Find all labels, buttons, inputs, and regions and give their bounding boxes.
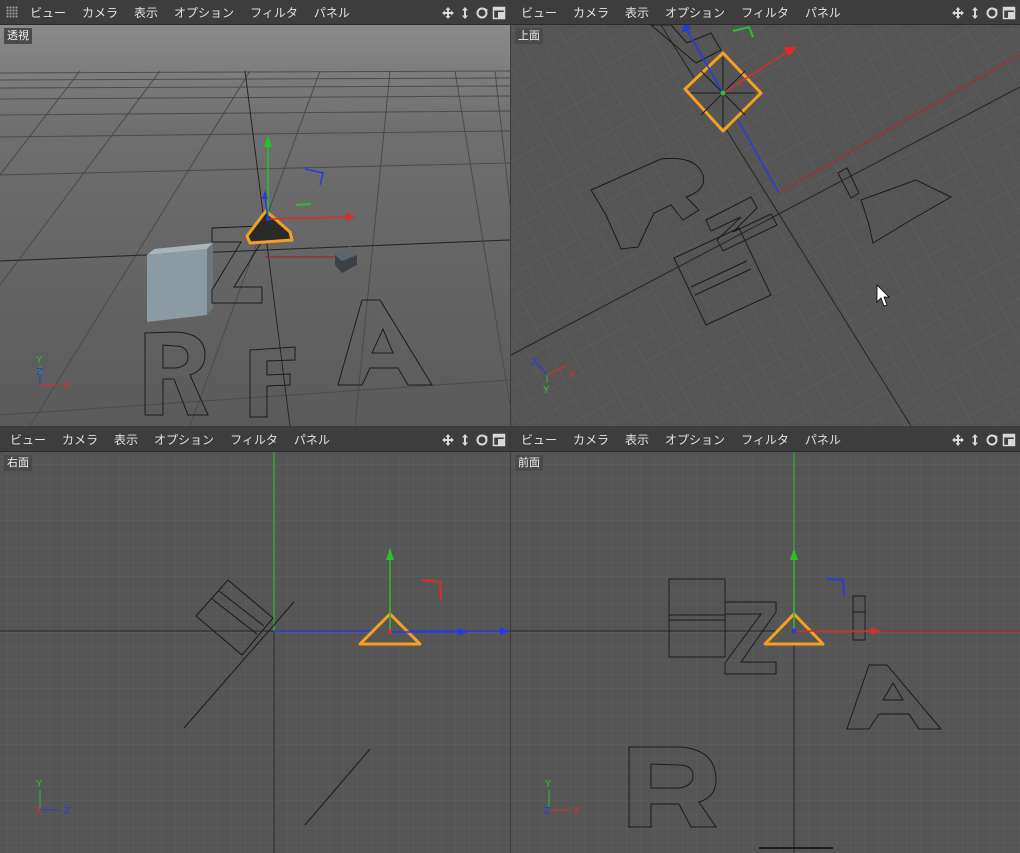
viewport-right[interactable]: ビュー カメラ 表示 オプション フィルタ パネル Y Z X 右面 [0, 427, 510, 853]
menu-display[interactable]: 表示 [114, 431, 138, 448]
menu-camera[interactable]: カメラ [62, 431, 98, 448]
axis-label-x: X [573, 806, 580, 817]
dolly-view-icon[interactable] [968, 6, 982, 20]
move-view-icon[interactable] [441, 433, 455, 447]
top-scene: X Z Y [511, 25, 1020, 426]
dolly-view-icon[interactable] [458, 6, 472, 20]
rotate-view-icon[interactable] [985, 433, 999, 447]
move-view-icon[interactable] [951, 433, 965, 447]
menu-camera[interactable]: カメラ [573, 431, 609, 448]
menu-camera[interactable]: カメラ [82, 4, 118, 21]
menu-panel[interactable]: パネル [294, 431, 330, 448]
axis-label-z: Z [36, 367, 43, 378]
rotate-view-icon[interactable] [475, 6, 489, 20]
view-controls [441, 0, 506, 25]
menu-filter[interactable]: フィルタ [250, 4, 298, 21]
viewport-label: 右面 [4, 455, 32, 471]
top-canvas[interactable]: X Z Y 上面 [511, 25, 1020, 426]
menu-panel[interactable]: パネル [805, 431, 841, 448]
menu-view[interactable]: ビュー [521, 431, 557, 448]
menu-display[interactable]: 表示 [625, 431, 649, 448]
menu-filter[interactable]: フィルタ [230, 431, 278, 448]
axis-label-y: Y [544, 779, 552, 790]
axis-label-x: X [35, 806, 42, 817]
toggle-view-icon[interactable] [1002, 6, 1016, 20]
menu-options[interactable]: オプション [154, 431, 214, 448]
dolly-view-icon[interactable] [458, 433, 472, 447]
axis-label-x: X [569, 369, 576, 380]
right-canvas[interactable]: Y Z X 右面 [0, 452, 510, 853]
menu-display[interactable]: 表示 [134, 4, 158, 21]
view-controls [441, 427, 506, 452]
view-controls [951, 0, 1016, 25]
perspective-scene: Y X Z [0, 25, 510, 426]
menu-filter[interactable]: フィルタ [741, 4, 789, 21]
menu-options[interactable]: オプション [665, 4, 725, 21]
axis-label-y: Y [35, 779, 43, 790]
viewport-perspective[interactable]: ビュー カメラ 表示 オプション フィルタ パネル Y X Z 透視 [0, 0, 510, 426]
axis-label-z: Z [544, 806, 551, 817]
menu-display[interactable]: 表示 [625, 4, 649, 21]
viewport-label: 上面 [515, 28, 543, 44]
rotate-view-icon[interactable] [985, 6, 999, 20]
front-canvas[interactable]: Y X Z 前面 [511, 452, 1020, 853]
dolly-view-icon[interactable] [968, 433, 982, 447]
viewport-menubar: ビュー カメラ 表示 オプション フィルタ パネル [0, 0, 510, 25]
viewport-label: 前面 [515, 455, 543, 471]
menu-panel[interactable]: パネル [314, 4, 350, 21]
viewport-label: 透視 [4, 28, 32, 44]
viewport-menubar: ビュー カメラ 表示 オプション フィルタ パネル [511, 427, 1020, 452]
rotate-view-icon[interactable] [475, 433, 489, 447]
grip-icon[interactable] [6, 6, 18, 18]
move-view-icon[interactable] [951, 6, 965, 20]
move-view-icon[interactable] [441, 6, 455, 20]
viewport-front[interactable]: ビュー カメラ 表示 オプション フィルタ パネル Y X Z 前面 [511, 427, 1020, 853]
view-controls [951, 427, 1016, 452]
axis-label-z: Z [64, 806, 71, 817]
axis-label-z: Z [531, 357, 538, 368]
menu-view[interactable]: ビュー [10, 431, 46, 448]
menu-view[interactable]: ビュー [30, 4, 66, 21]
toggle-view-icon[interactable] [1002, 433, 1016, 447]
axis-label-y: Y [542, 385, 550, 396]
cube-object [147, 243, 213, 322]
front-scene: Y X Z [511, 452, 1020, 853]
axis-label-x: X [63, 381, 70, 392]
menu-camera[interactable]: カメラ [573, 4, 609, 21]
menu-options[interactable]: オプション [174, 4, 234, 21]
toggle-view-icon[interactable] [492, 433, 506, 447]
menu-view[interactable]: ビュー [521, 4, 557, 21]
menu-filter[interactable]: フィルタ [741, 431, 789, 448]
axis-label-y: Y [35, 355, 43, 366]
menu-options[interactable]: オプション [665, 431, 725, 448]
toggle-view-icon[interactable] [492, 6, 506, 20]
viewport-menubar: ビュー カメラ 表示 オプション フィルタ パネル [511, 0, 1020, 25]
viewport-menubar: ビュー カメラ 表示 オプション フィルタ パネル [0, 427, 510, 452]
menu-panel[interactable]: パネル [805, 4, 841, 21]
right-scene: Y Z X [0, 452, 510, 853]
perspective-canvas[interactable]: Y X Z 透視 [0, 25, 510, 426]
viewport-top[interactable]: ビュー カメラ 表示 オプション フィルタ パネル X Z Y 上面 [511, 0, 1020, 426]
